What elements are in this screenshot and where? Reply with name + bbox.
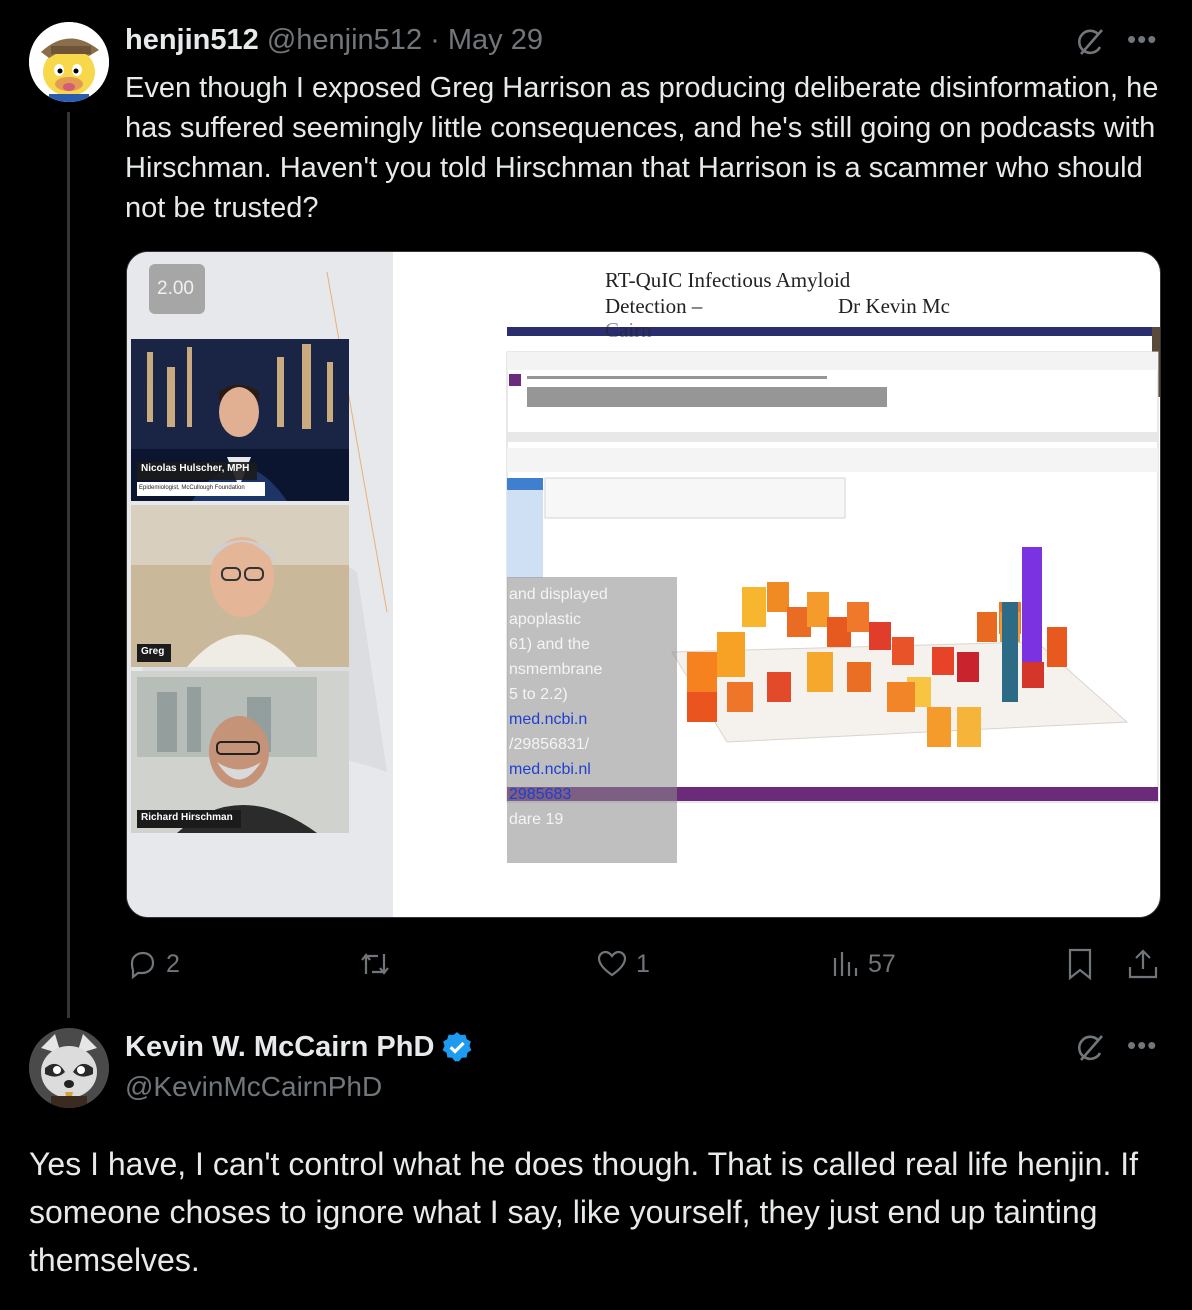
overlay-line: dare 19	[509, 811, 564, 828]
views-button[interactable]: 57	[830, 946, 896, 982]
overlay-line: apoplastic	[509, 611, 582, 628]
avatar-kevin-mccairn[interactable]	[29, 1028, 109, 1108]
overlay-line: med.ncbi.n	[509, 711, 588, 728]
views-count: 57	[868, 949, 896, 978]
views-icon	[833, 952, 858, 976]
overlay-line: med.ncbi.nl	[509, 761, 591, 778]
participant-1-title: Epidemiologist, McCullough Foundation	[139, 485, 245, 491]
thread-connector-line	[67, 112, 70, 1018]
slide-title-line2-right: Dr Kevin Mc	[838, 294, 950, 318]
reply-count: 2	[166, 949, 180, 978]
tweet2-handle[interactable]: @KevinMcCairnPhD	[125, 1071, 382, 1103]
more-icon[interactable]: •••	[1127, 1030, 1157, 1061]
reply-icon	[130, 951, 155, 980]
participant-1-name: Nicolas Hulscher, MPH	[141, 463, 250, 474]
like-icon	[597, 950, 627, 977]
bookmark-button[interactable]	[1065, 946, 1095, 982]
overlay-line: /29856831/	[509, 736, 590, 753]
share-icon	[1128, 949, 1158, 979]
verified-badge-icon	[442, 1032, 472, 1062]
tweet1-text: Even though I exposed Greg Harrison as p…	[125, 72, 1159, 224]
participant-2-name: Greg	[141, 646, 165, 657]
slide-title-line3: Cairn	[605, 318, 652, 342]
tweet2-display-name[interactable]: Kevin W. McCairn PhD	[125, 1031, 434, 1064]
reply-button[interactable]: 2	[126, 946, 180, 982]
avatar-henjin512[interactable]	[29, 22, 109, 102]
more-icon[interactable]: •••	[1127, 24, 1157, 55]
grok-icon[interactable]	[1073, 25, 1107, 59]
grok-icon[interactable]	[1073, 1031, 1107, 1065]
tweet1-date[interactable]: May 29	[448, 24, 543, 56]
like-count: 1	[636, 949, 650, 978]
like-button[interactable]: 1	[596, 946, 650, 982]
bookmark-icon	[1068, 948, 1092, 981]
tweet1-header: henjin512 @henjin512 · May 29	[125, 24, 543, 57]
tweet1-separator: ·	[430, 24, 440, 56]
slide-title-line2-left: Detection –	[605, 294, 703, 318]
tweet1-media[interactable]: 2.00 Nicolas Hulscher, MPH Epidemiologis…	[126, 251, 1161, 918]
cartoon-avatar-icon	[29, 22, 109, 102]
tweet2-name-row: Kevin W. McCairn PhD	[125, 1030, 474, 1064]
overlay-line: 5 to 2.2)	[509, 686, 568, 703]
tweet1-display-name[interactable]: henjin512	[125, 24, 259, 56]
share-button[interactable]	[1126, 946, 1160, 982]
overlay-line: 2985683	[509, 786, 572, 803]
overlay-text-panel: and displayed apoplastic 61) and the nsm…	[509, 582, 608, 832]
raccoon-avatar-icon	[29, 1028, 109, 1108]
overlay-line: 61) and the	[509, 636, 590, 653]
repost-button[interactable]	[358, 946, 392, 982]
slide-title-line1: RT-QuIC Infectious Amyloid	[605, 268, 851, 292]
tweet2-text: Yes I have, I can't control what he does…	[29, 1146, 1139, 1278]
participant-3-name: Richard Hirschman	[141, 812, 233, 823]
overlay-line: nsmembrane	[509, 661, 603, 678]
tweet1-handle[interactable]: @henjin512	[267, 24, 422, 56]
playback-speed-badge[interactable]: 2.00	[157, 278, 194, 300]
overlay-line: and displayed	[509, 586, 608, 603]
video-frame	[127, 252, 1160, 917]
repost-icon	[361, 953, 389, 975]
